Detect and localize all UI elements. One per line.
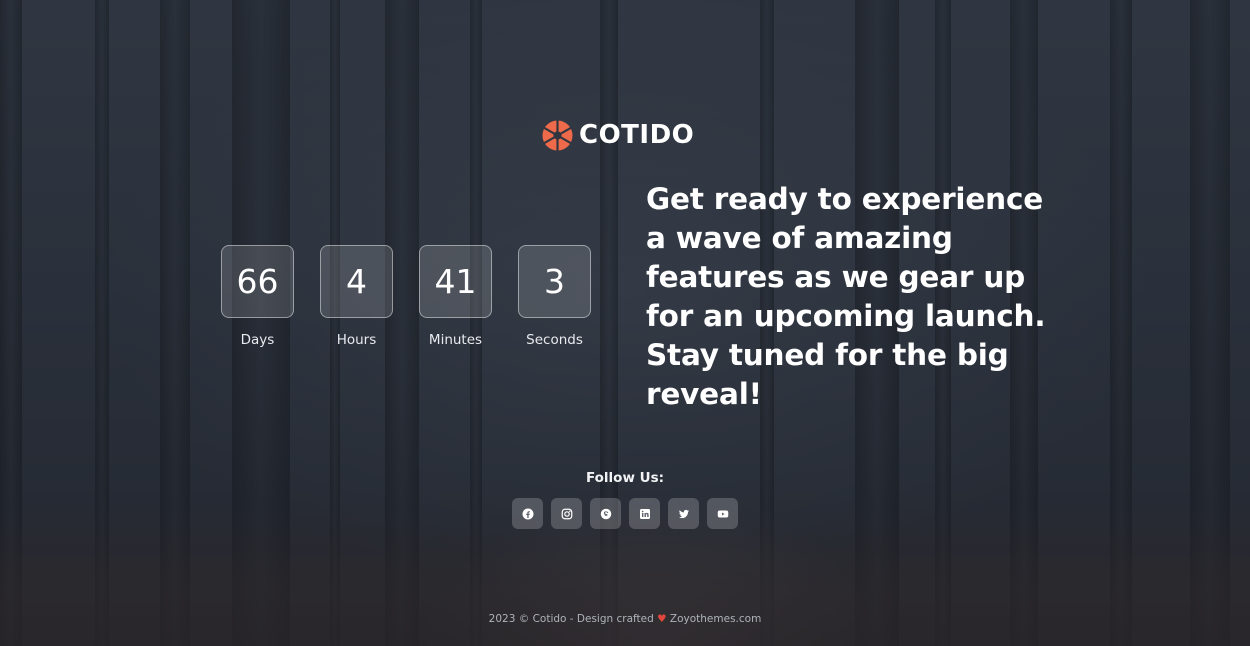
- skype-link[interactable]: [590, 498, 621, 529]
- social-links: [512, 498, 738, 529]
- footer-author-link[interactable]: Zoyothemes.com: [670, 613, 761, 625]
- countdown-days-value: 66: [221, 245, 294, 318]
- countdown-minutes: 41 Minutes: [419, 245, 492, 348]
- footer-copyright: 2023 © Cotido - Design crafted: [488, 613, 654, 625]
- instagram-link[interactable]: [551, 498, 582, 529]
- twitter-icon: [678, 509, 689, 518]
- countdown-minutes-value: 41: [419, 245, 492, 318]
- linkedin-icon: [639, 508, 650, 519]
- linkedin-link[interactable]: [629, 498, 660, 529]
- facebook-link[interactable]: [512, 498, 543, 529]
- twitter-link[interactable]: [668, 498, 699, 529]
- follow-us-title: Follow Us:: [585, 470, 665, 486]
- footer: 2023 © Cotido - Design crafted ♥ Zoyothe…: [0, 613, 1250, 625]
- countdown-timer: 66 Days 4 Hours 41 Minutes 3 Seconds: [221, 245, 591, 348]
- brand-logo[interactable]: COTIDO: [542, 118, 694, 152]
- countdown-hours-label: Hours: [336, 332, 377, 348]
- youtube-link[interactable]: [707, 498, 738, 529]
- countdown-seconds: 3 Seconds: [518, 245, 591, 348]
- aperture-logo-icon: [542, 119, 573, 151]
- instagram-icon: [561, 508, 572, 519]
- countdown-hours-value: 4: [320, 245, 393, 318]
- countdown-minutes-label: Minutes: [428, 332, 483, 348]
- countdown-days-label: Days: [240, 332, 275, 348]
- background-overlay: [0, 0, 1250, 646]
- countdown-seconds-label: Seconds: [526, 332, 583, 348]
- hero-headline: Get ready to experience a wave of amazin…: [646, 182, 1046, 411]
- facebook-icon: [522, 508, 533, 519]
- countdown-seconds-value: 3: [518, 245, 591, 318]
- skype-icon: [600, 508, 611, 519]
- youtube-icon: [717, 510, 728, 517]
- heart-icon: ♥: [657, 613, 667, 625]
- countdown-hours: 4 Hours: [320, 245, 393, 348]
- brand-name: COTIDO: [579, 120, 695, 150]
- countdown-days: 66 Days: [221, 245, 294, 348]
